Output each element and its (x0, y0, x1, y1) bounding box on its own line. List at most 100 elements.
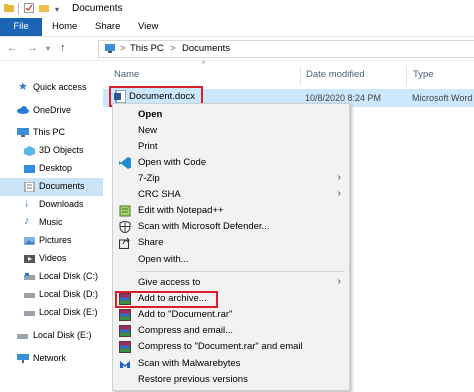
sidebar-item-pictures[interactable]: Pictures (0, 232, 103, 250)
menu-item-open-with[interactable]: Open with... (113, 252, 349, 268)
tab-home[interactable]: Home (52, 18, 77, 36)
menu-item-label: Open (138, 109, 163, 120)
sidebar-item-this-pc[interactable]: This PC (0, 124, 103, 142)
sidebar-item-videos[interactable]: Videos (0, 250, 103, 268)
menu-item-label: Open with Code (138, 157, 207, 168)
submenu-arrow-icon: › (337, 188, 341, 199)
music-icon: ♪ (24, 215, 30, 227)
pictures-icon (24, 236, 35, 246)
tab-share[interactable]: Share (95, 18, 120, 36)
sidebar-item-label: Desktop (39, 163, 73, 173)
vscode-icon (119, 157, 131, 169)
sidebar-item-local-disk-e-root[interactable]: Local Disk (E:) (0, 327, 103, 345)
back-icon[interactable]: ← (7, 42, 18, 54)
navigation-pane: ★ Quick access OneDrive This PC 3D Objec… (0, 60, 103, 392)
divider (18, 3, 19, 15)
menu-item-7zip[interactable]: 7-Zip › (113, 171, 349, 187)
tab-view[interactable]: View (138, 18, 158, 36)
malwarebytes-icon (119, 358, 131, 370)
sidebar-item-onedrive[interactable]: OneDrive (0, 102, 103, 120)
up-icon[interactable]: ↑ (60, 42, 66, 54)
properties-icon[interactable] (24, 3, 34, 13)
tab-file[interactable]: File (0, 18, 42, 36)
menu-item-edit-notepadpp[interactable]: Edit with Notepad++ (113, 203, 349, 219)
folder-icon (4, 3, 14, 13)
menu-item-open[interactable]: Open (113, 107, 349, 123)
documents-icon (24, 181, 35, 193)
file-date: 10/8/2020 8:24 PM (305, 93, 382, 103)
menu-item-label: Scan with Microsoft Defender... (138, 221, 270, 232)
sidebar-item-local-disk-d[interactable]: Local Disk (D:) (0, 286, 103, 304)
crumb-documents[interactable]: Documents (182, 43, 230, 54)
sidebar-item-3d-objects[interactable]: 3D Objects (0, 142, 103, 160)
sidebar-item-network[interactable]: Network (0, 350, 103, 368)
winrar-icon (119, 309, 131, 321)
sidebar-item-downloads[interactable]: ↓ Downloads (0, 196, 103, 214)
menu-item-label: CRC SHA (138, 189, 181, 200)
desktop-icon (24, 164, 35, 174)
window-title: Documents (72, 3, 123, 14)
new-folder-icon[interactable] (39, 3, 49, 13)
menu-item-crc-sha[interactable]: CRC SHA › (113, 187, 349, 203)
sidebar-item-quick-access[interactable]: ★ Quick access (0, 79, 103, 97)
ribbon-tabs: File Home Share View (0, 18, 474, 37)
sidebar-item-desktop[interactable]: Desktop (0, 160, 103, 178)
menu-separator (137, 271, 345, 272)
menu-item-label: New (138, 125, 158, 136)
menu-item-label: 7-Zip (138, 173, 160, 184)
sidebar-item-label: Quick access (33, 82, 87, 92)
menu-item-share[interactable]: Share (113, 235, 349, 251)
column-divider[interactable] (406, 66, 407, 86)
winrar-icon (119, 293, 131, 305)
menu-item-scan-malwarebytes[interactable]: Scan with Malwarebytes (113, 356, 349, 372)
menu-item-add-to-archive[interactable]: Add to archive... (113, 291, 349, 308)
menu-item-restore-previous-versions[interactable]: Restore previous versions (113, 372, 349, 388)
menu-item-label: Give access to (138, 277, 201, 288)
column-name[interactable]: Name (114, 69, 139, 80)
disk-icon (17, 331, 28, 341)
recent-locations-icon[interactable]: ▾ (46, 44, 50, 53)
sidebar-item-local-disk-c[interactable]: Local Disk (C:) (0, 268, 103, 286)
customize-toolbar-icon[interactable]: ▾ (55, 5, 65, 15)
column-divider[interactable] (300, 66, 301, 86)
sidebar-item-local-disk-e[interactable]: Local Disk (E:) (0, 304, 103, 322)
menu-item-add-to-document-rar[interactable]: Add to "Document.rar" (113, 307, 349, 323)
crumb-separator: > (120, 43, 126, 54)
sidebar-item-documents[interactable]: Documents (0, 178, 103, 196)
menu-item-new[interactable]: New (113, 123, 349, 139)
download-icon: ↓ (24, 197, 30, 209)
menu-item-compress-rar-email[interactable]: Compress to "Document.rar" and email (113, 339, 349, 355)
column-date-modified[interactable]: Date modified (306, 69, 365, 80)
address-bar: ← → ▾ ↑ > This PC > Documents (0, 37, 474, 61)
cube-icon (24, 146, 35, 156)
sidebar-item-label: 3D Objects (39, 145, 84, 155)
submenu-arrow-icon: › (337, 276, 341, 287)
computer-icon (17, 128, 29, 138)
file-type: Microsoft Word (412, 93, 473, 103)
menu-item-open-with-code[interactable]: Open with Code (113, 155, 349, 171)
sidebar-item-label: Local Disk (E:) (39, 307, 98, 317)
disk-icon (24, 272, 35, 282)
videos-icon (24, 254, 35, 264)
menu-item-label: Compress and email... (138, 325, 234, 336)
menu-item-label: Share (138, 237, 164, 248)
menu-item-label: Edit with Notepad++ (138, 205, 224, 216)
menu-item-label: Restore previous versions (138, 374, 248, 385)
menu-item-label: Scan with Malwarebytes (138, 358, 241, 369)
share-icon (119, 237, 131, 249)
network-icon (17, 354, 29, 364)
sidebar-item-label: Local Disk (E:) (33, 330, 92, 340)
forward-icon[interactable]: → (27, 42, 38, 54)
breadcrumb[interactable]: > This PC > Documents (98, 40, 474, 58)
menu-item-give-access[interactable]: Give access to › (113, 275, 349, 291)
title-bar: ▾ Documents (0, 0, 474, 18)
sidebar-item-music[interactable]: ♪ Music (0, 214, 103, 232)
menu-item-compress-email[interactable]: Compress and email... (113, 323, 349, 339)
column-type[interactable]: Type (413, 69, 434, 80)
menu-item-scan-defender[interactable]: Scan with Microsoft Defender... (113, 219, 349, 235)
crumb-this-pc[interactable]: This PC (130, 43, 164, 54)
sidebar-item-label: Pictures (39, 235, 72, 245)
menu-item-print[interactable]: Print (113, 139, 349, 155)
star-icon: ★ (18, 81, 28, 93)
sidebar-item-label: Music (39, 217, 63, 227)
